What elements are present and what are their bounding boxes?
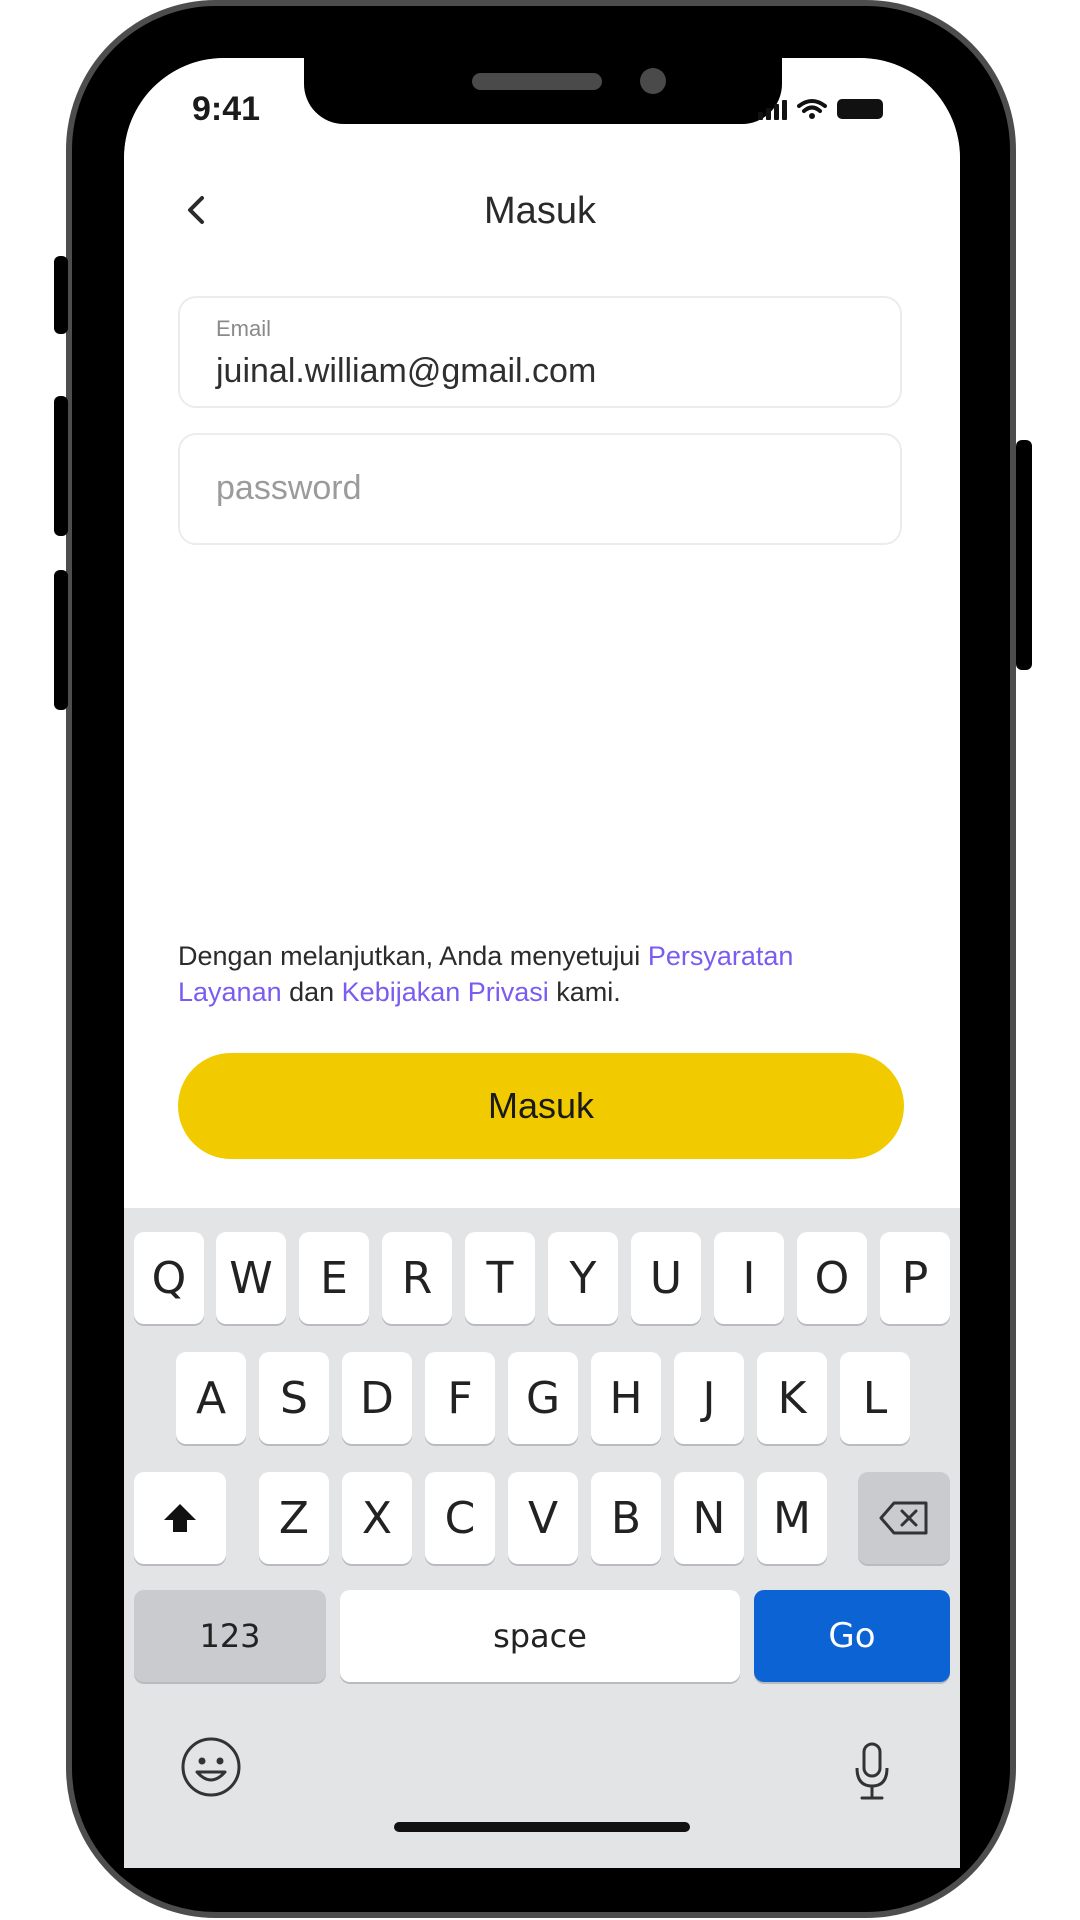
key-r[interactable]: R [382,1232,452,1324]
key-g[interactable]: G [508,1352,578,1444]
terms-prefix: Dengan melanjutkan, Anda menyetujui [178,941,648,971]
key-e[interactable]: E [299,1232,369,1324]
battery-icon [837,99,883,119]
signal-icon [758,98,787,120]
key-t[interactable]: T [465,1232,535,1324]
space-key[interactable]: space [340,1590,740,1682]
go-key[interactable]: Go [754,1590,950,1682]
wifi-icon [797,99,827,119]
key-x[interactable]: X [342,1472,412,1564]
key-n[interactable]: N [674,1472,744,1564]
key-z[interactable]: Z [259,1472,329,1564]
shift-icon [164,1504,196,1532]
key-s[interactable]: S [259,1352,329,1444]
key-q[interactable]: Q [134,1232,204,1324]
numbers-key[interactable]: 123 [134,1590,326,1682]
password-placeholder: password [216,469,362,507]
status-time: 9:41 [192,90,261,128]
key-l[interactable]: L [840,1352,910,1444]
shift-key[interactable] [134,1472,226,1564]
key-y[interactable]: Y [548,1232,618,1324]
page-title: Masuk [484,190,596,232]
volume-down-button [54,570,68,710]
email-value: juinal.william@gmail.com [216,352,597,390]
key-p[interactable]: P [880,1232,950,1324]
key-u[interactable]: U [631,1232,701,1324]
key-i[interactable]: I [714,1232,784,1324]
key-f[interactable]: F [425,1352,495,1444]
privacy-policy-link[interactable]: Kebijakan Privasi [342,977,549,1007]
key-d[interactable]: D [342,1352,412,1444]
terms-text: Dengan melanjutkan, Anda menyetujui Pers… [178,938,898,1010]
home-indicator [394,1822,690,1832]
email-field[interactable]: Email juinal.william@gmail.com [178,296,902,408]
key-b[interactable]: B [591,1472,661,1564]
microphone-icon[interactable] [852,1742,892,1802]
terms-middle: dan [281,977,342,1007]
key-w[interactable]: W [216,1232,286,1324]
key-a[interactable]: A [176,1352,246,1444]
email-label: Email [216,316,272,341]
backspace-icon [879,1501,928,1535]
key-k[interactable]: K [757,1352,827,1444]
key-h[interactable]: H [591,1352,661,1444]
power-button [1016,440,1032,670]
login-button[interactable]: Masuk [178,1053,904,1159]
password-field[interactable]: password [178,433,902,545]
key-v[interactable]: V [508,1472,578,1564]
camera [640,68,666,94]
terms-suffix: kami. [548,977,621,1007]
key-j[interactable]: J [674,1352,744,1444]
key-o[interactable]: O [797,1232,867,1324]
mute-switch [54,256,68,334]
key-m[interactable]: M [757,1472,827,1564]
key-c[interactable]: C [425,1472,495,1564]
volume-up-button [54,396,68,536]
emoji-icon[interactable] [180,1736,242,1798]
notch [304,56,782,124]
backspace-key[interactable] [858,1472,950,1564]
status-icons [758,98,883,120]
speaker [472,73,602,90]
